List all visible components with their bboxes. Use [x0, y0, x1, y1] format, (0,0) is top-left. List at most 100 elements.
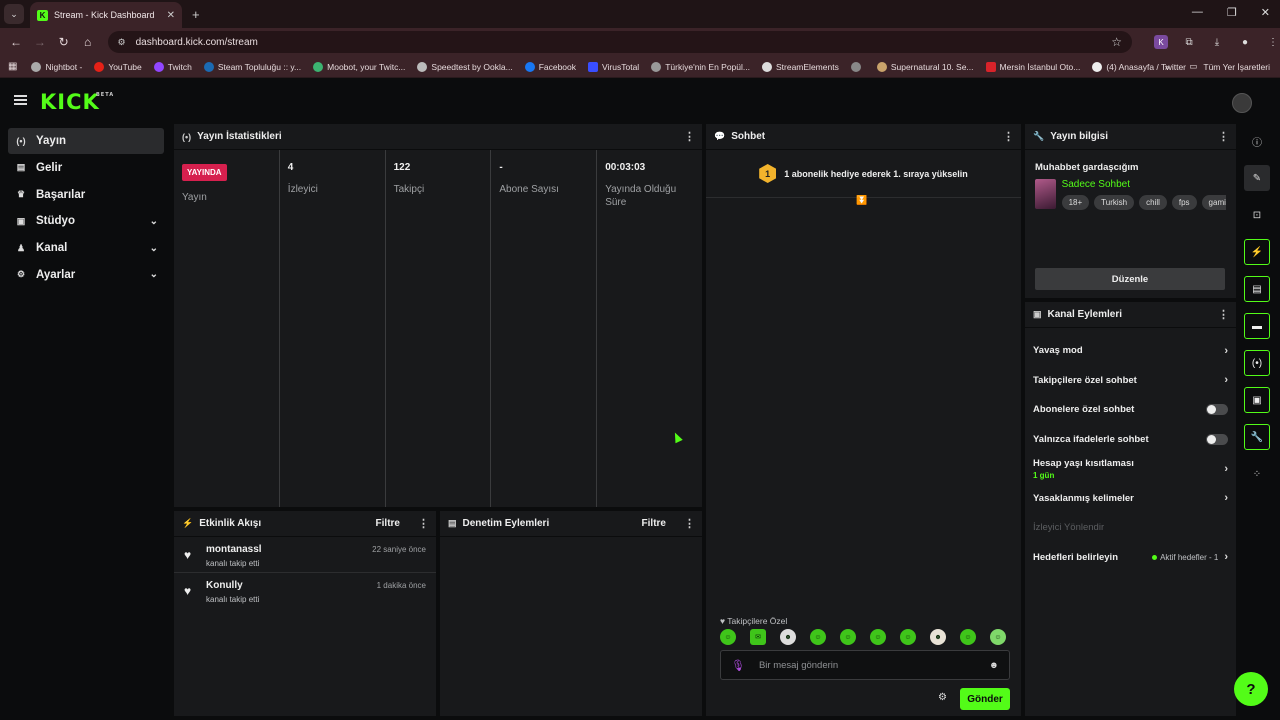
layout-icon[interactable]: ⁘ [1244, 461, 1270, 487]
subscribers-only-toggle[interactable] [1206, 404, 1228, 416]
action-slow-mode[interactable]: Yavaş mod › [1025, 336, 1236, 366]
action-followers-only[interactable]: Takipçilere özel sohbet › [1025, 366, 1236, 396]
more-bookmarks-icon[interactable]: » [1165, 62, 1170, 72]
bookmark-item[interactable]: StreamElements [761, 61, 839, 72]
bookmark-item[interactable]: Twitch [153, 61, 192, 72]
extension-k-icon[interactable]: K [1154, 35, 1169, 49]
bookmark-item[interactable]: Mersin İstanbul Oto... [985, 61, 1080, 72]
sidebar-item-yayin[interactable]: (•) Yayın [8, 128, 164, 154]
kick-logo[interactable]: KICK BETA [40, 90, 113, 114]
gift-sub-banner[interactable]: 1 1 abonelik hediye ederek 1. sıraya yük… [706, 150, 1021, 198]
forward-icon[interactable]: → [28, 35, 52, 49]
url-field[interactable]: ⚙ dashboard.kick.com/stream ☆ [107, 31, 1133, 53]
back-icon[interactable]: ← [4, 35, 28, 49]
edit-stream-button[interactable]: Düzenle [1035, 268, 1225, 290]
menu-hamburger-icon[interactable] [14, 95, 27, 105]
emote-icon[interactable]: ☺ [990, 629, 1006, 645]
emote-icon[interactable]: ☺ [720, 629, 736, 645]
broadcast-icon[interactable]: (•) [1244, 350, 1270, 376]
user-avatar[interactable] [1232, 93, 1252, 113]
action-account-age[interactable]: Hesap yaşı kısıtlaması 1 gün › [1025, 454, 1236, 484]
bookmark-item[interactable]: Moobot, your Twitc... [313, 61, 405, 72]
emote-icon[interactable]: ☻ [780, 629, 796, 645]
more-options-icon[interactable]: ⋮ [684, 517, 695, 530]
more-options-icon[interactable]: ⋮ [684, 130, 695, 143]
chevron-down-icon: ⌄ [149, 269, 158, 281]
tab-search-button[interactable]: ⌄ [4, 4, 24, 24]
bookmark-item[interactable]: Facebook [524, 61, 576, 72]
sidebar-item-studyo[interactable]: ▣ Stüdyo ⌄ [8, 208, 164, 234]
collapse-pinned-icon[interactable]: ⏬ [856, 195, 868, 206]
action-banned-words[interactable]: Yasaklanmış kelimeler › [1025, 484, 1236, 514]
activity-feed-panel: ⚡ Etkinlik Akışı Filtre ⋮ ♥ montanassl k… [174, 511, 436, 716]
sidebar-item-ayarlar[interactable]: ⚙ Ayarlar ⌄ [8, 262, 164, 288]
chat-settings-icon[interactable]: ⚙ [938, 692, 947, 703]
pencil-icon[interactable]: ✎ [1244, 165, 1270, 191]
close-tab-icon[interactable]: ✕ [167, 10, 175, 21]
lightning-icon: ⚡ [182, 518, 194, 528]
stat-value: 4 [287, 162, 294, 173]
more-options-icon[interactable]: ⋮ [418, 517, 429, 530]
focus-icon[interactable]: ⊡ [1244, 202, 1270, 228]
extensions-puzzle-icon[interactable]: ⧉ [1182, 35, 1196, 49]
sidebar-item-gelir[interactable]: ▤ Gelir [8, 155, 164, 181]
bookmark-item[interactable]: Türkiye'nin En Popül... [651, 61, 750, 72]
category-thumbnail [1035, 179, 1056, 209]
profile-icon[interactable]: ● [1238, 35, 1252, 49]
emote-icon[interactable]: ☺ [960, 629, 976, 645]
bookmark-item[interactable] [850, 61, 865, 72]
filter-button[interactable]: Filtre [376, 518, 400, 529]
emotes-only-toggle[interactable] [1206, 433, 1228, 445]
info-icon[interactable]: ⓘ [1244, 128, 1270, 154]
bookmark-item[interactable]: Nightbot - [31, 61, 82, 72]
wrench-icon[interactable]: 🔧 [1244, 424, 1270, 450]
emoji-picker-icon[interactable]: ☻ [989, 660, 999, 671]
more-options-icon[interactable]: ⋮ [1218, 308, 1229, 321]
new-tab-button[interactable]: + [192, 7, 200, 22]
filter-button[interactable]: Filtre [642, 518, 666, 529]
more-options-icon[interactable]: ⋮ [1218, 130, 1229, 143]
bookmark-star-icon[interactable]: ☆ [1111, 35, 1122, 49]
browser-tab-active[interactable]: K Stream - Kick Dashboard ✕ [30, 2, 182, 28]
bookmark-item[interactable]: Supernatural 10. Se... [876, 61, 974, 72]
all-bookmarks-link[interactable]: Tüm Yer İşaretleri [1203, 62, 1270, 72]
sidebar-item-basarilar[interactable]: ♛ Başarılar [8, 182, 164, 208]
emote-icon[interactable]: ☻ [930, 629, 946, 645]
bookmark-item[interactable]: Speedtest by Ookla... [417, 61, 513, 72]
emote-icon[interactable]: ☺ [810, 629, 826, 645]
help-support-icon[interactable]: ? [1234, 672, 1268, 706]
followers-only-indicator: ♥ Takipçilere Özel [720, 616, 788, 626]
close-window-icon[interactable]: ✕ [1261, 6, 1270, 19]
category-name[interactable]: Sadece Sohbet [1062, 179, 1226, 190]
minimize-icon[interactable]: — [1192, 6, 1203, 19]
action-emotes-only: Yalnızca ifadelerle sohbet [1025, 425, 1236, 455]
home-icon[interactable]: ⌂ [76, 35, 100, 49]
bookmark-item[interactable]: VirusTotal [588, 61, 639, 72]
chat-icon[interactable]: ▬ [1244, 313, 1270, 339]
lightning-icon[interactable]: ⚡ [1244, 239, 1270, 265]
panel-title: Yayın İstatistikleri [197, 131, 282, 142]
restore-icon[interactable]: ❐ [1227, 6, 1237, 19]
download-icon[interactable]: ⤓ [1210, 35, 1224, 49]
chat-message-input[interactable]: 🎙 Bir mesaj gönderin ☻ [720, 650, 1010, 680]
sidebar-item-kanal[interactable]: ♟ Kanal ⌄ [8, 235, 164, 261]
browser-menu-icon[interactable]: ⋮ [1266, 35, 1280, 49]
apps-grid-icon[interactable]: ▦ [8, 61, 17, 72]
send-button[interactable]: Gönder [960, 688, 1010, 710]
heart-icon: ♥ [720, 616, 726, 626]
tag-chip: fps [1171, 195, 1197, 210]
emote-icon[interactable]: ☺ [840, 629, 856, 645]
emote-icon[interactable]: ☺ [900, 629, 916, 645]
more-options-icon[interactable]: ⋮ [1003, 130, 1014, 143]
emote-icon[interactable]: ✉ [750, 629, 766, 645]
reload-icon[interactable]: ↻ [52, 35, 76, 49]
document-icon[interactable]: ▤ [1244, 276, 1270, 302]
action-set-goals[interactable]: Hedefleri belirleyin Aktif hedefler - 1 › [1025, 543, 1236, 573]
site-info-icon[interactable]: ⚙ [118, 37, 126, 48]
trophy-icon: ♛ [16, 189, 26, 200]
bookmark-item[interactable]: Steam Topluluğu :: y... [203, 61, 301, 72]
emote-icon[interactable]: ☺ [870, 629, 886, 645]
microphone-icon[interactable]: 🎙 [731, 659, 745, 672]
bookmark-item[interactable]: YouTube [94, 61, 142, 72]
moderation-icon[interactable]: ▣ [1244, 387, 1270, 413]
